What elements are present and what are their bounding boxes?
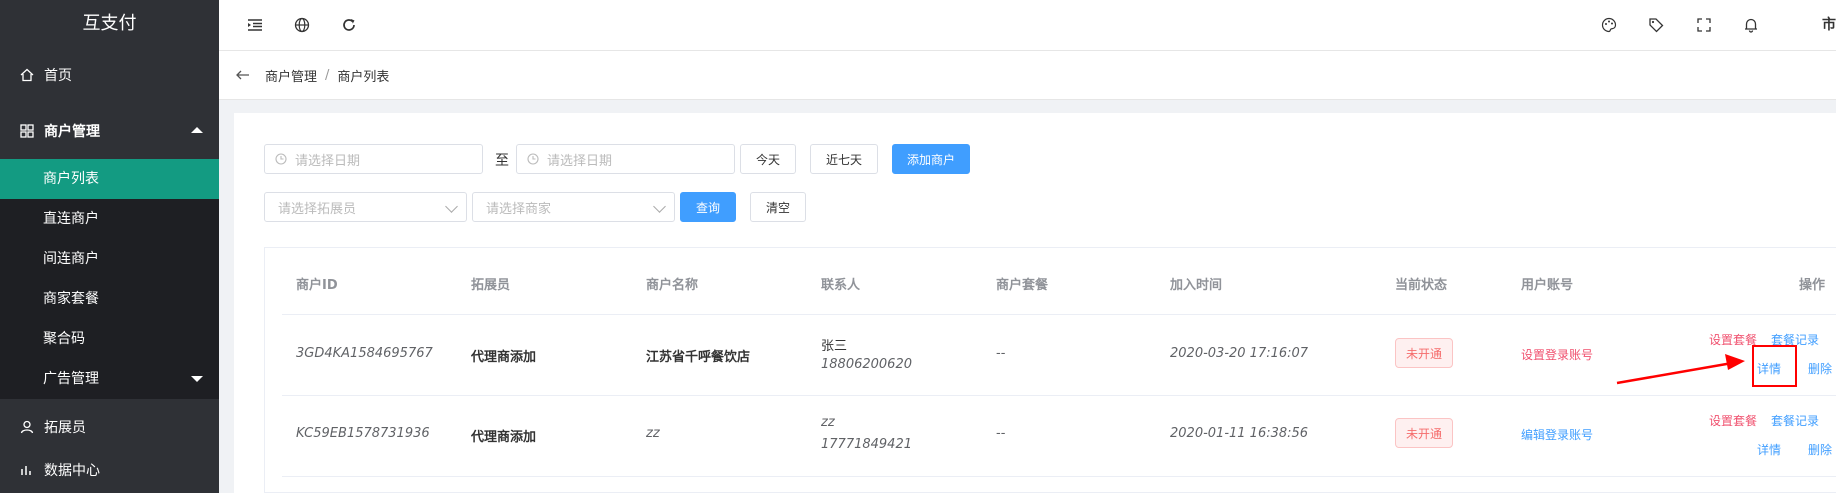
column-header-package: 商户套餐 (996, 278, 1049, 293)
set-package-link[interactable]: 设置套餐 (1709, 412, 1757, 429)
merchant-id-cell: 3GD4KA1584695767 (296, 346, 433, 361)
tag-icon[interactable] (1646, 15, 1666, 35)
clear-button[interactable]: 清空 (750, 192, 806, 222)
clock-icon (527, 153, 539, 165)
edit-login-account-link[interactable]: 编辑登录账号 (1521, 426, 1593, 443)
contact-name-cell: 张三 (821, 339, 848, 354)
globe-icon[interactable] (292, 15, 312, 35)
merchant-id-cell: KC59EB1578731936 (296, 426, 430, 441)
row-divider (282, 395, 1836, 396)
promoter-cell: 代理商添加 (471, 350, 537, 365)
chevron-down-icon (445, 200, 458, 213)
start-date-picker[interactable]: 请选择日期 (264, 144, 483, 174)
main-content: 请选择日期 至 请选择日期 今天 近七天 添加商户 请选择拓展员 请选择商家 查… (234, 113, 1836, 493)
fullscreen-icon[interactable] (1694, 15, 1714, 35)
user-icon (20, 420, 34, 434)
breadcrumb-item-merchant-list: 商户列表 (337, 69, 390, 85)
date-range-separator: 至 (495, 153, 509, 169)
contact-phone-cell: 18806200620 (821, 357, 912, 372)
detail-link[interactable]: 详情 (1757, 441, 1781, 458)
column-header-promoter: 拓展员 (471, 278, 511, 293)
status-badge: 未开通 (1395, 338, 1454, 368)
last-seven-days-button[interactable]: 近七天 (810, 144, 878, 174)
sidebar-item-indirect-merchants[interactable]: 间连商户 (0, 239, 219, 279)
home-icon (20, 68, 34, 82)
chevron-down-icon (191, 376, 203, 382)
merchant-name-cell: 江苏省千呼餐饮店 (646, 350, 751, 365)
sidebar-item-direct-merchants[interactable]: 直连商户 (0, 199, 219, 239)
annotation-highlight-box (1752, 345, 1797, 387)
delete-link[interactable]: 删除 (1808, 441, 1832, 458)
clock-icon (275, 153, 287, 165)
merchant-select-placeholder: 请选择商家 (486, 201, 552, 217)
sidebar: 互支付 首页 商户管理 商户列表 直连商户 间连商户 商家套餐 聚合码 广告管理… (0, 0, 219, 493)
sidebar-item-home[interactable]: 首页 (0, 47, 219, 103)
column-header-joined-time: 加入时间 (1170, 278, 1223, 293)
sidebar-item-merchant-management[interactable]: 商户管理 (0, 103, 219, 159)
column-header-merchant-name: 商户名称 (646, 278, 699, 293)
row-divider (282, 476, 1836, 477)
end-date-placeholder: 请选择日期 (547, 153, 613, 169)
contact-phone-cell: 17771849421 (821, 437, 912, 452)
chevron-up-icon (191, 127, 203, 133)
app-logo: 互支付 (82, 13, 137, 34)
today-button[interactable]: 今天 (740, 144, 796, 174)
delete-link[interactable]: 删除 (1808, 360, 1832, 377)
user-name-fragment[interactable]: 市 (1822, 14, 1836, 34)
column-header-contact: 联系人 (821, 278, 861, 293)
sidebar-item-aggregate-code[interactable]: 聚合码 (0, 319, 219, 359)
indent-icon[interactable] (245, 15, 265, 35)
merchant-name-cell: zz (646, 426, 660, 441)
sidebar-item-promoters[interactable]: 拓展员 (0, 399, 219, 455)
column-header-merchant-id: 商户ID (296, 278, 338, 293)
breadcrumb-bar: 商户管理 / 商户列表 (219, 51, 1836, 100)
promoter-select-placeholder: 请选择拓展员 (278, 201, 357, 217)
sidebar-item-label: 商户管理 (44, 124, 100, 140)
contact-name-cell: zz (821, 415, 835, 430)
add-merchant-button[interactable]: 添加商户 (892, 144, 970, 174)
query-button[interactable]: 查询 (680, 192, 736, 222)
end-date-picker[interactable]: 请选择日期 (516, 144, 735, 174)
set-login-account-link[interactable]: 设置登录账号 (1521, 346, 1593, 363)
bell-icon[interactable] (1741, 15, 1761, 35)
sidebar-item-label: 首页 (44, 68, 72, 84)
package-log-link[interactable]: 套餐记录 (1771, 412, 1819, 429)
sidebar-item-data-center[interactable]: 数据中心 (0, 455, 219, 485)
merchant-table: 商户ID 拓展员 商户名称 联系人 商户套餐 加入时间 当前状态 用户账号 操作… (264, 247, 1836, 493)
top-bar: 市 (219, 0, 1836, 51)
sidebar-item-label: 数据中心 (44, 463, 100, 479)
merchant-submenu: 商户列表 直连商户 间连商户 商家套餐 聚合码 广告管理 (0, 159, 219, 399)
refresh-icon[interactable] (339, 15, 359, 35)
sidebar-item-ad-management[interactable]: 广告管理 (0, 359, 219, 399)
grid-icon (20, 124, 34, 138)
back-arrow-icon[interactable] (235, 67, 251, 83)
package-cell: -- (996, 426, 1006, 441)
sidebar-item-label: 广告管理 (43, 371, 99, 387)
row-divider (282, 314, 1836, 315)
column-header-actions: 操作 (1799, 278, 1826, 293)
joined-time-cell: 2020-01-11 16:38:56 (1170, 426, 1309, 441)
start-date-placeholder: 请选择日期 (295, 153, 361, 169)
sidebar-item-label: 拓展员 (44, 420, 86, 436)
column-header-user-account: 用户账号 (1521, 278, 1574, 293)
breadcrumb-item-merchant-management[interactable]: 商户管理 (265, 66, 317, 85)
palette-icon[interactable] (1599, 15, 1619, 35)
chart-icon (20, 463, 34, 477)
sidebar-item-merchant-list[interactable]: 商户列表 (0, 159, 219, 199)
merchant-select[interactable]: 请选择商家 (472, 192, 675, 222)
set-package-link[interactable]: 设置套餐 (1709, 331, 1757, 348)
chevron-down-icon (653, 200, 666, 213)
joined-time-cell: 2020-03-20 17:16:07 (1170, 346, 1309, 361)
column-header-status: 当前状态 (1395, 278, 1448, 293)
breadcrumb-separator: / (325, 67, 330, 83)
promoter-cell: 代理商添加 (471, 430, 537, 445)
promoter-select[interactable]: 请选择拓展员 (264, 192, 467, 222)
package-cell: -- (996, 346, 1006, 361)
sidebar-item-merchant-packages[interactable]: 商家套餐 (0, 279, 219, 319)
status-badge: 未开通 (1395, 418, 1454, 448)
